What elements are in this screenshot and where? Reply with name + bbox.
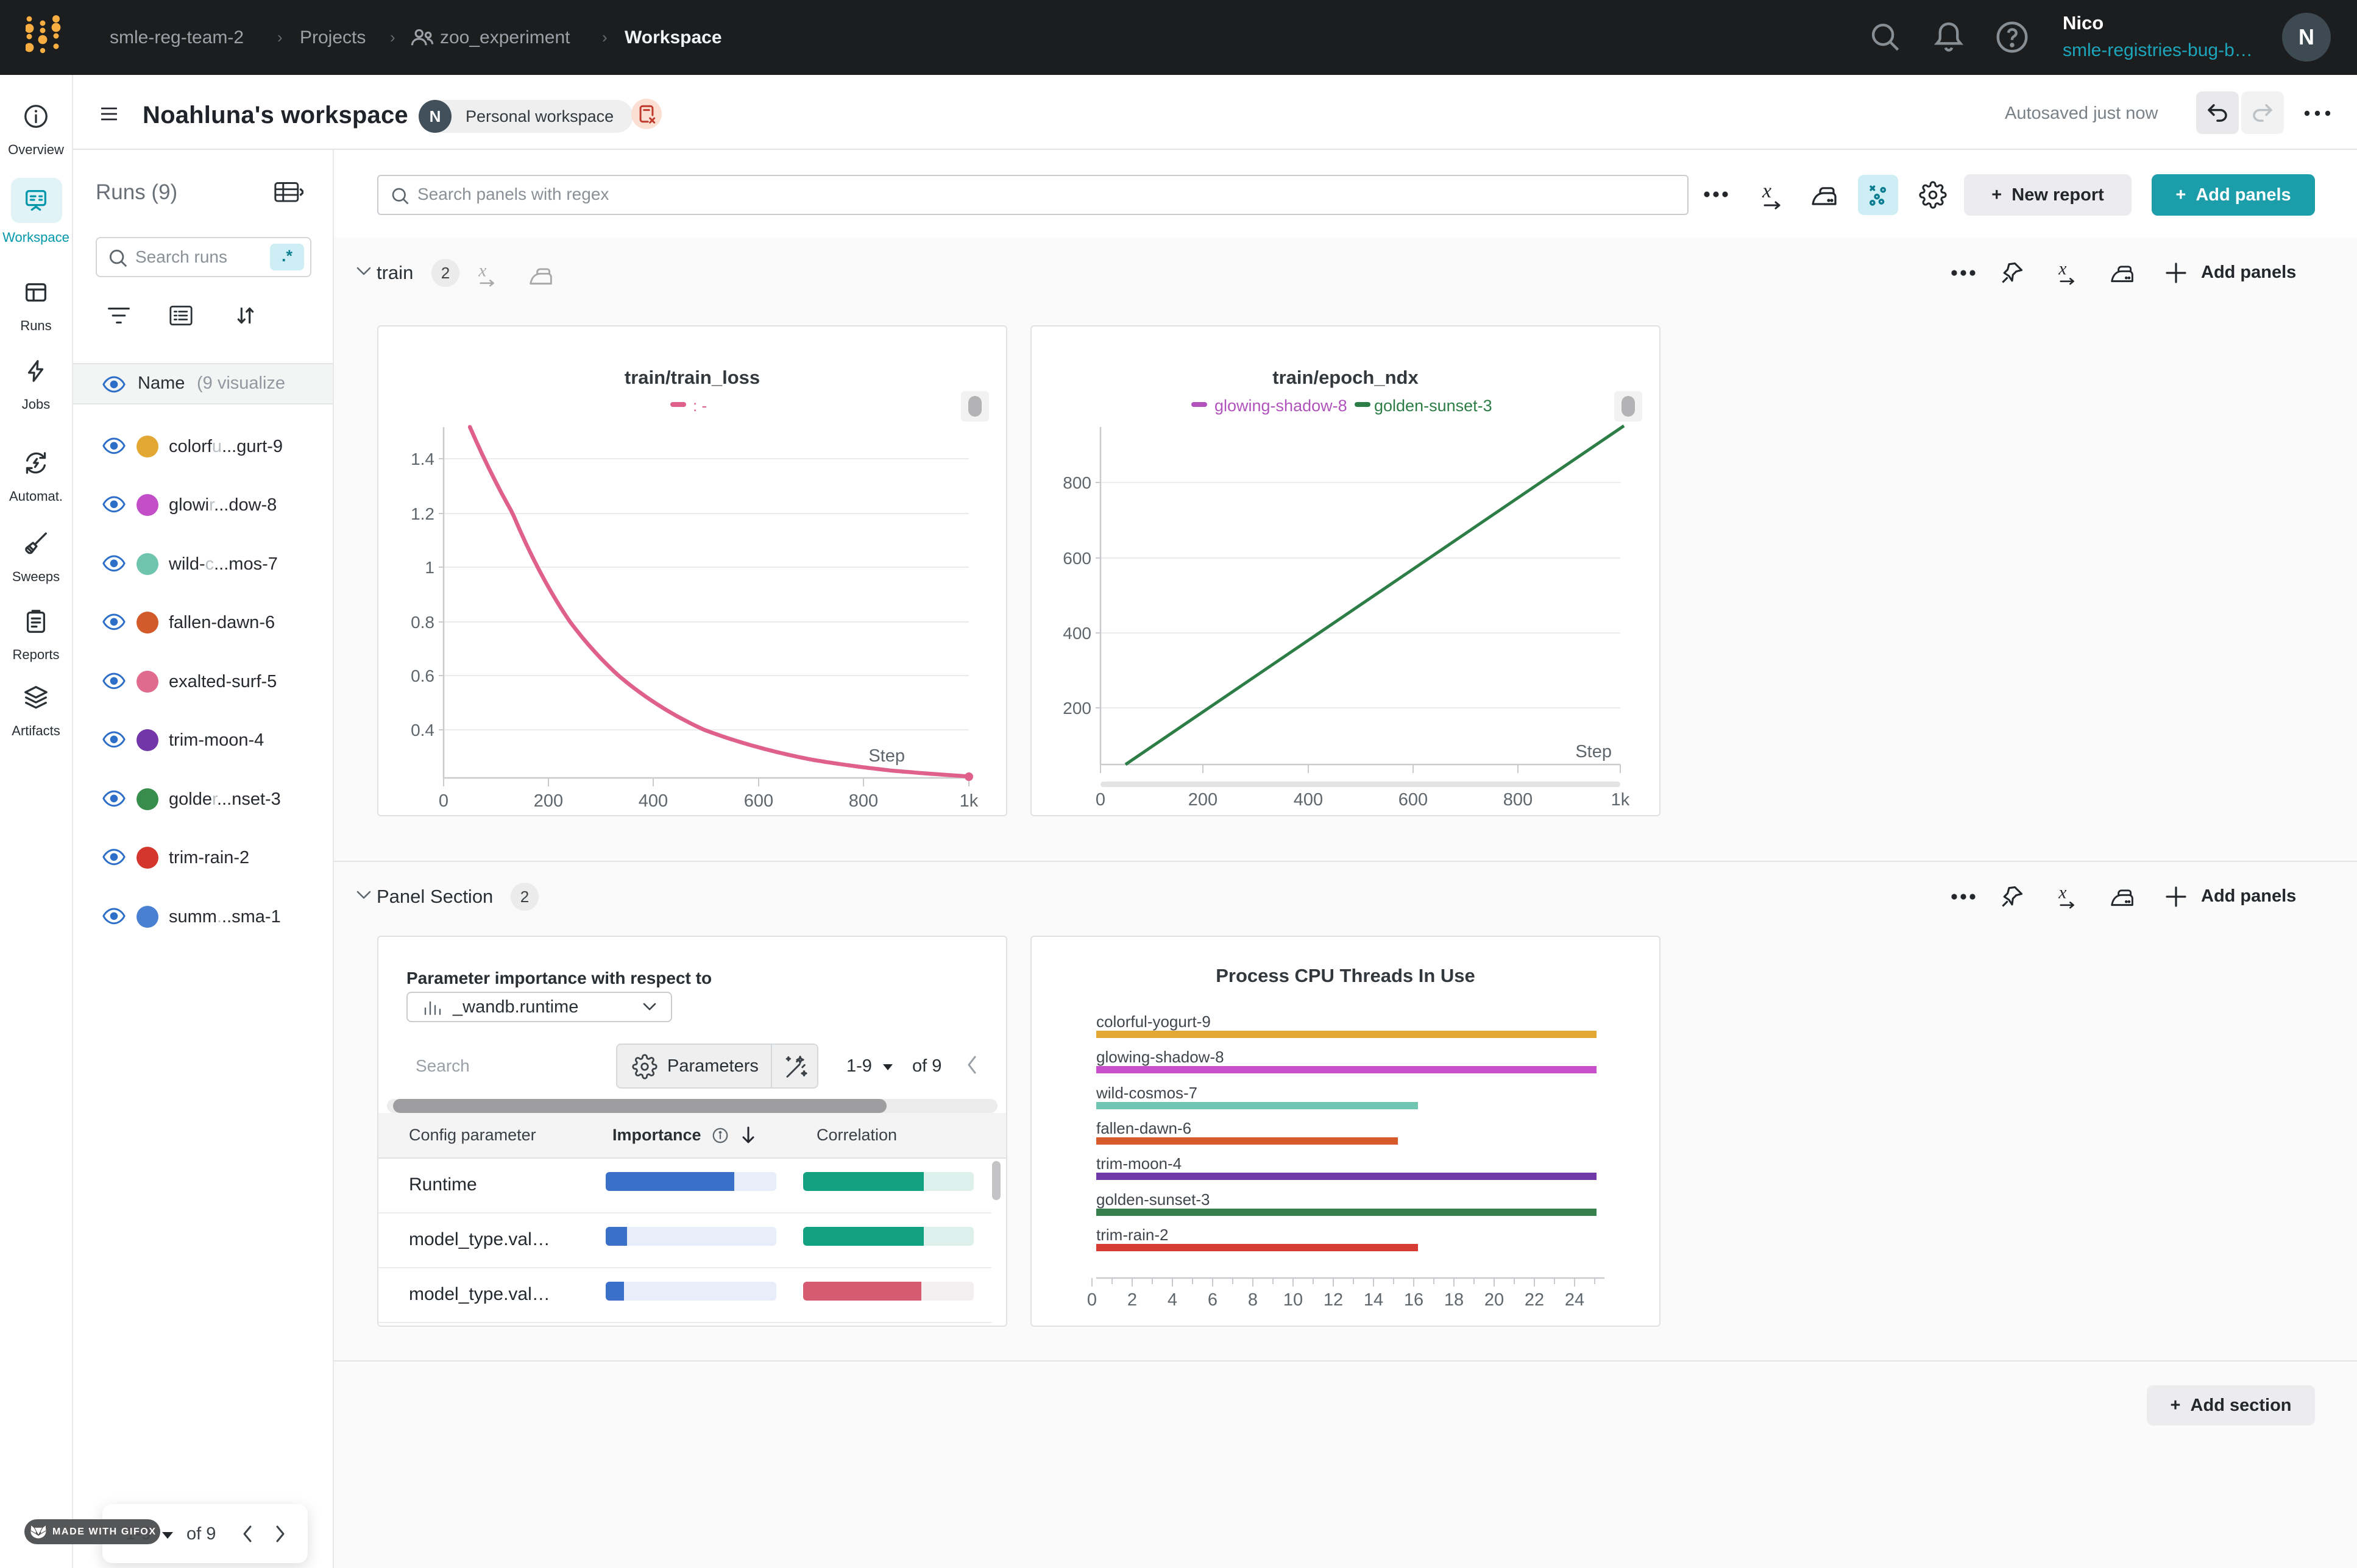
svg-text:2: 2	[1127, 1290, 1137, 1310]
svg-text:400: 400	[639, 791, 668, 811]
svg-text:10: 10	[1283, 1290, 1303, 1310]
svg-text:0.6: 0.6	[411, 666, 434, 685]
svg-text:12: 12	[1324, 1290, 1343, 1310]
svg-text:train/train_loss: train/train_loss	[625, 367, 760, 388]
svg-text:Step: Step	[868, 746, 905, 766]
svg-text:x: x	[1762, 180, 1771, 202]
svg-text:wild-cosmos-7: wild-cosmos-7	[1096, 1084, 1197, 1102]
svg-text:400: 400	[1063, 624, 1091, 643]
svg-text:200: 200	[534, 791, 563, 811]
svg-text:800: 800	[1503, 790, 1533, 810]
svg-text:16: 16	[1404, 1290, 1423, 1310]
svg-text:x: x	[2058, 883, 2066, 902]
svg-text:x: x	[478, 261, 486, 280]
svg-text:24: 24	[1565, 1290, 1584, 1310]
svg-text:4: 4	[1168, 1290, 1177, 1310]
svg-text:18: 18	[1444, 1290, 1464, 1310]
svg-text:1: 1	[425, 558, 434, 577]
svg-text:1k: 1k	[1611, 790, 1630, 810]
svg-text:0: 0	[1096, 790, 1105, 810]
svg-text:glowing-shadow-8: glowing-shadow-8	[1096, 1048, 1224, 1066]
svg-text:0.4: 0.4	[411, 721, 434, 740]
svg-text:0: 0	[439, 791, 448, 811]
svg-text:600: 600	[1063, 549, 1091, 568]
svg-text:1k: 1k	[960, 791, 979, 811]
svg-text:8: 8	[1248, 1290, 1258, 1310]
svg-text:x: x	[2058, 259, 2066, 278]
svg-text:400: 400	[1294, 790, 1323, 810]
svg-text:Step: Step	[1575, 742, 1612, 761]
svg-text:glowing-shadow-8: glowing-shadow-8	[1214, 397, 1347, 415]
svg-text:Process CPU Threads In Use: Process CPU Threads In Use	[1216, 965, 1475, 986]
svg-text:22: 22	[1525, 1290, 1544, 1310]
svg-text:200: 200	[1063, 699, 1091, 718]
svg-text:train/epoch_ndx: train/epoch_ndx	[1272, 367, 1419, 388]
svg-text:800: 800	[1063, 473, 1091, 492]
svg-text:: -: : -	[693, 397, 707, 415]
svg-text:0: 0	[1087, 1290, 1097, 1310]
svg-text:fallen-dawn-6: fallen-dawn-6	[1096, 1119, 1191, 1137]
svg-text:1.4: 1.4	[411, 450, 434, 468]
svg-text:6: 6	[1208, 1290, 1217, 1310]
svg-text:1.2: 1.2	[411, 504, 434, 523]
svg-text:600: 600	[744, 791, 773, 811]
svg-text:golden-sunset-3: golden-sunset-3	[1096, 1190, 1210, 1209]
svg-text:0.8: 0.8	[411, 613, 434, 632]
svg-text:golden-sunset-3: golden-sunset-3	[1374, 397, 1492, 415]
svg-text:colorful-yogurt-9: colorful-yogurt-9	[1096, 1012, 1211, 1031]
svg-text:14: 14	[1364, 1290, 1383, 1310]
svg-text:trim-rain-2: trim-rain-2	[1096, 1226, 1168, 1244]
svg-text:trim-moon-4: trim-moon-4	[1096, 1154, 1182, 1173]
svg-text:200: 200	[1188, 790, 1217, 810]
svg-text:600: 600	[1398, 790, 1428, 810]
svg-text:20: 20	[1484, 1290, 1504, 1310]
svg-text:800: 800	[849, 791, 878, 811]
